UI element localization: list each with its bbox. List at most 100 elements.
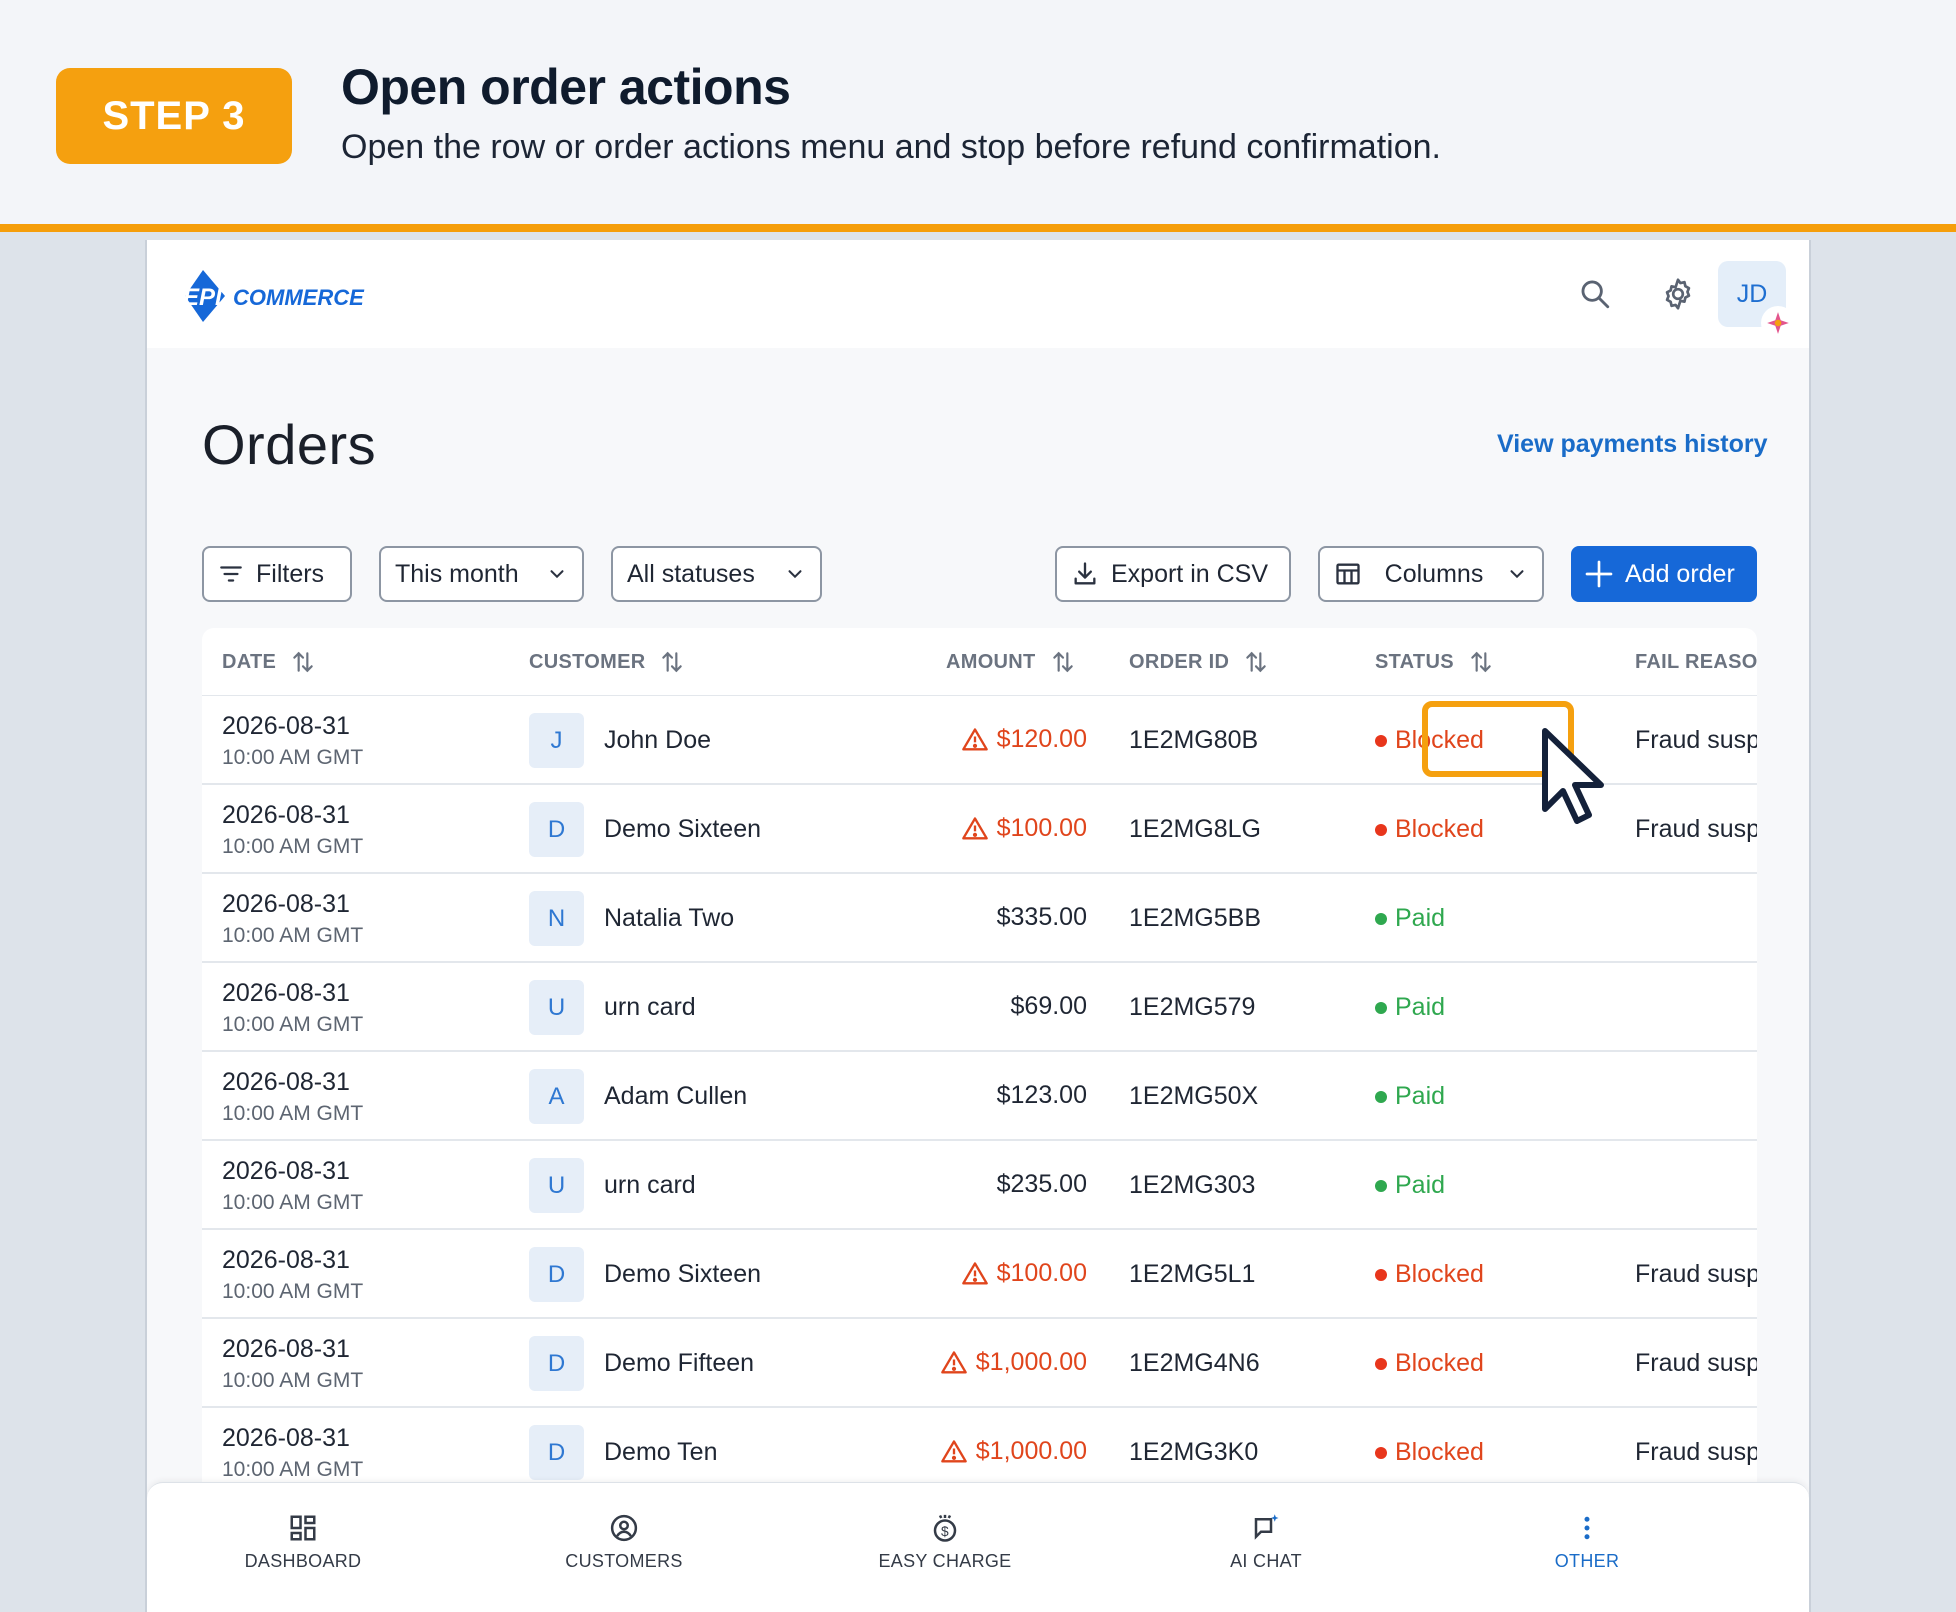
table-row[interactable]: 2026-08-31 10:00 AM GMT A Adam Cullen $123.0… <box>202 1052 1757 1141</box>
column-header-amount[interactable]: AMOUNT <box>946 628 1076 696</box>
status-badge[interactable]: Paid <box>1375 1171 1445 1200</box>
status-badge[interactable]: Blocked <box>1375 1260 1484 1289</box>
fail-reason: Fraud suspected <box>1635 726 1757 754</box>
status-badge[interactable]: Paid <box>1375 1082 1445 1111</box>
customer-name[interactable]: urn card <box>604 1171 696 1200</box>
order-date: 2026-08-31 <box>222 979 350 1007</box>
nav-ai-chat[interactable]: AI CHAT <box>1156 1513 1376 1572</box>
filters-button[interactable]: Filters <box>202 546 352 602</box>
sort-icon <box>1246 651 1266 673</box>
status-badge[interactable]: Paid <box>1375 993 1445 1022</box>
column-header-fail-reason[interactable]: FAIL REASON <box>1635 628 1757 696</box>
period-select[interactable]: This month <box>379 546 584 602</box>
period-value: This month <box>395 559 519 588</box>
sparkle-icon <box>1767 312 1789 334</box>
status-badge[interactable]: Blocked <box>1375 815 1484 844</box>
order-date: 2026-08-31 <box>222 890 350 918</box>
order-id[interactable]: 1E2MG8LG <box>1129 815 1261 844</box>
status-dot <box>1375 823 1387 836</box>
top-bar: EPD COMMERCE JD <box>147 240 1809 348</box>
sort-icon <box>1052 651 1073 673</box>
customer-name[interactable]: Adam Cullen <box>604 1082 747 1111</box>
customer-avatar: D <box>529 1247 584 1302</box>
bottom-navigation: DASHBOARD CUSTOMERS $ EASY CHARGE AI CHA… <box>147 1482 1809 1612</box>
nav-dashboard[interactable]: DASHBOARD <box>193 1513 413 1572</box>
nav-easy-charge[interactable]: $ EASY CHARGE <box>835 1513 1055 1572</box>
customer-name[interactable]: Demo Sixteen <box>604 1260 761 1289</box>
order-date: 2026-08-31 <box>222 1424 350 1452</box>
customer-name[interactable]: John Doe <box>604 726 711 755</box>
customer-name[interactable]: Demo Sixteen <box>604 815 761 844</box>
order-id[interactable]: 1E2MG50X <box>1129 1082 1258 1111</box>
warning-icon <box>940 1350 967 1373</box>
order-id[interactable]: 1E2MG4N6 <box>1129 1349 1260 1378</box>
add-order-label: Add order <box>1625 559 1735 588</box>
columns-label: Columns <box>1384 559 1484 588</box>
status-select[interactable]: All statuses <box>611 546 822 602</box>
order-id[interactable]: 1E2MG303 <box>1129 1171 1255 1200</box>
status-badge[interactable]: Blocked <box>1375 1438 1484 1467</box>
status-dot <box>1375 1446 1387 1459</box>
column-header-order-id[interactable]: ORDER ID <box>1129 628 1269 696</box>
column-header-status[interactable]: STATUS <box>1375 628 1494 696</box>
add-order-button[interactable]: Add order <box>1571 546 1757 602</box>
table-row[interactable]: 2026-08-31 10:00 AM GMT Uurn card $69.00 1E2… <box>202 963 1757 1052</box>
settings-button[interactable] <box>1654 270 1702 318</box>
table-row[interactable]: 2026-08-31 10:00 AM GMT D Demo Fifteen $1,00… <box>202 1319 1757 1408</box>
plus-icon <box>1585 560 1613 588</box>
order-amount: $100.00 <box>961 1259 1087 1288</box>
customer-avatar: U <box>529 1158 584 1213</box>
nav-customers[interactable]: CUSTOMERS <box>514 1513 734 1572</box>
status-badge[interactable]: Blocked <box>1375 1349 1484 1378</box>
order-amount: $69.00 <box>1010 992 1087 1020</box>
status-dot <box>1375 1357 1387 1370</box>
fail-reason: Fraud suspected <box>1635 1349 1757 1377</box>
order-time: 10:00 AM GMT <box>222 1458 364 1481</box>
more-vertical-icon <box>1584 1516 1590 1540</box>
customer-avatar: N <box>529 891 584 946</box>
order-id[interactable]: 1E2MG80B <box>1129 726 1258 755</box>
export-csv-button[interactable]: Export in CSV <box>1055 546 1291 602</box>
order-amount: $123.00 <box>996 1081 1087 1109</box>
order-time: 10:00 AM GMT <box>222 835 364 858</box>
logo-text-commerce: COMMERCE <box>233 285 365 310</box>
sort-icon <box>662 651 683 673</box>
order-id[interactable]: 1E2MG5BB <box>1129 904 1261 933</box>
customer-name[interactable]: Demo Fifteen <box>604 1349 754 1378</box>
order-date: 2026-08-31 <box>222 801 350 829</box>
order-id[interactable]: 1E2MG579 <box>1129 993 1255 1022</box>
customer-name[interactable]: Natalia Two <box>604 904 734 933</box>
order-time: 10:00 AM GMT <box>222 1013 364 1036</box>
step-description: Open the row or order actions menu and s… <box>341 128 1441 166</box>
dashboard-icon <box>290 1515 316 1541</box>
view-payments-history-link[interactable]: View payments history <box>1497 430 1767 459</box>
columns-select[interactable]: Columns <box>1318 546 1544 602</box>
status-dot <box>1375 1090 1387 1103</box>
table-row[interactable]: 2026-08-31 10:00 AM GMT Uurn card $235.00 1E… <box>202 1141 1757 1230</box>
customer-name[interactable]: Demo Ten <box>604 1438 718 1467</box>
download-icon <box>1074 562 1096 585</box>
chevron-down-icon <box>550 570 564 579</box>
order-id[interactable]: 1E2MG3K0 <box>1129 1438 1258 1467</box>
table-row[interactable]: 2026-08-31 10:00 AM GMT N Natalia Two $335.0… <box>202 874 1757 963</box>
search-icon <box>1581 280 1610 309</box>
column-header-date[interactable]: DATE <box>222 628 316 696</box>
customer-avatar: D <box>529 802 584 857</box>
nav-other[interactable]: OTHER <box>1477 1513 1697 1572</box>
table-row[interactable]: 2026-08-31 10:00 AM GMT D Demo Sixteen $100.… <box>202 785 1757 874</box>
search-button[interactable] <box>1571 270 1619 318</box>
app-window: EPD COMMERCE JD Orders View payments his… <box>145 240 1811 1612</box>
table-row[interactable]: 2026-08-31 10:00 AM GMT D Demo Sixteen $100.… <box>202 1230 1757 1319</box>
order-amount: $1,000.00 <box>940 1437 1087 1466</box>
logo[interactable]: EPD COMMERCE <box>173 264 383 328</box>
warning-icon <box>961 727 988 750</box>
customer-avatar: D <box>529 1425 584 1480</box>
order-time: 10:00 AM GMT <box>222 1191 364 1214</box>
customer-name[interactable]: urn card <box>604 993 696 1022</box>
column-header-customer[interactable]: CUSTOMER <box>529 628 685 696</box>
status-badge[interactable]: Paid <box>1375 904 1445 933</box>
svg-text:$: $ <box>941 1524 949 1539</box>
order-id[interactable]: 1E2MG5L1 <box>1129 1260 1255 1289</box>
ai-assistant-badge[interactable] <box>1761 306 1795 340</box>
status-dot <box>1375 1268 1387 1281</box>
